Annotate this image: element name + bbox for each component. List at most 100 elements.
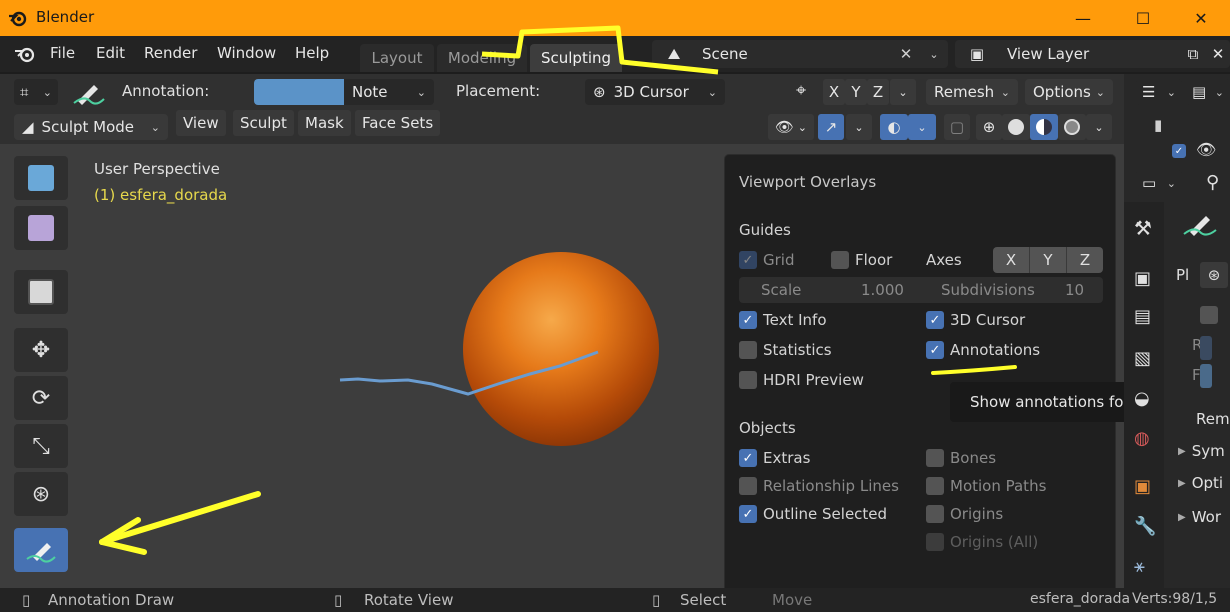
- menu-sculpt[interactable]: Sculpt: [233, 110, 294, 136]
- remesh-dropdown[interactable]: Remesh ⌄: [926, 79, 1018, 105]
- axis-z-toggle[interactable]: Z: [1067, 247, 1103, 273]
- rendered-shading-button[interactable]: [1058, 114, 1086, 140]
- floor-checkbox[interactable]: [831, 251, 849, 269]
- annotation-color-swatch[interactable]: [254, 79, 344, 105]
- menu-view[interactable]: View: [176, 110, 226, 136]
- move-tool[interactable]: ✥: [14, 328, 68, 372]
- scale-tool[interactable]: ⤡: [14, 424, 68, 468]
- text-info-checkbox[interactable]: ✓: [739, 311, 757, 329]
- statistics-checkbox[interactable]: [739, 341, 757, 359]
- color-f-swatch[interactable]: [1200, 364, 1212, 388]
- close-window-button[interactable]: ✕: [1178, 4, 1224, 32]
- annotations-option[interactable]: ✓ Annotations: [926, 341, 1040, 359]
- subdivisions-value[interactable]: 10: [1065, 281, 1084, 299]
- extras-checkbox[interactable]: ✓: [739, 449, 757, 467]
- blender-menu-icon[interactable]: [14, 44, 36, 64]
- render-tab-icon[interactable]: ▣: [1134, 268, 1151, 289]
- annotate-tool[interactable]: [14, 528, 68, 572]
- outliner-type-dropdown[interactable]: ☰ ⌄: [1136, 79, 1182, 105]
- scene-dropdown-icon[interactable]: ⌄: [920, 48, 948, 61]
- grid-checkbox[interactable]: ✓: [739, 251, 757, 269]
- new-view-layer-icon[interactable]: ⧉: [1180, 45, 1206, 63]
- collection-checkbox[interactable]: ✓: [1172, 144, 1186, 158]
- symmetry-options-dropdown[interactable]: ⌄: [890, 79, 916, 105]
- tab-layout[interactable]: Layout: [360, 44, 434, 72]
- 3d-cursor-option[interactable]: ✓ 3D Cursor: [926, 311, 1025, 329]
- color-r-swatch[interactable]: [1200, 336, 1212, 360]
- outline-selected-option[interactable]: ✓ Outline Selected: [739, 505, 887, 523]
- relationship-lines-checkbox[interactable]: [739, 477, 757, 495]
- origins-all-option[interactable]: Origins (All): [926, 533, 1038, 551]
- mirror-y-toggle[interactable]: Y: [845, 79, 867, 105]
- menu-window[interactable]: Window: [217, 44, 276, 62]
- menu-file[interactable]: File: [50, 44, 75, 62]
- solid-shading-button[interactable]: [1002, 114, 1030, 140]
- placement-icon[interactable]: ⊛: [1200, 262, 1228, 288]
- placement-dropdown[interactable]: ⊛ 3D Cursor ⌄: [585, 79, 725, 105]
- origins-checkbox[interactable]: [926, 505, 944, 523]
- annotations-checkbox[interactable]: ✓: [926, 341, 944, 359]
- mask-tool[interactable]: [14, 270, 68, 314]
- draw-brush-tool[interactable]: [14, 156, 68, 200]
- material-preview-button[interactable]: [1030, 114, 1058, 140]
- mirror-x-toggle[interactable]: X: [823, 79, 845, 105]
- note-layer-dropdown[interactable]: Note ⌄: [344, 79, 434, 105]
- symmetry-panel[interactable]: ▶ Sym: [1178, 442, 1225, 460]
- view-layer-tab-icon[interactable]: ▧: [1134, 348, 1151, 369]
- text-info-option[interactable]: ✓ Text Info: [739, 311, 827, 329]
- wireframe-shading-button[interactable]: ⊕: [976, 114, 1002, 140]
- origins-all-checkbox[interactable]: [926, 533, 944, 551]
- rotate-tool[interactable]: ⟳: [14, 376, 68, 420]
- menu-edit[interactable]: Edit: [96, 44, 125, 62]
- scale-value[interactable]: 1.000: [861, 281, 904, 299]
- gizmo-dropdown[interactable]: ⌄: [846, 114, 872, 140]
- hdri-preview-option[interactable]: HDRI Preview: [739, 371, 864, 389]
- statistics-option[interactable]: Statistics: [739, 341, 832, 359]
- gizmo-toggle[interactable]: ↗: [818, 114, 844, 140]
- xray-toggle[interactable]: ▢: [944, 114, 970, 140]
- relationship-lines-option[interactable]: Relationship Lines: [739, 477, 899, 495]
- extras-option[interactable]: ✓ Extras: [739, 449, 810, 467]
- grid-option[interactable]: ✓ Grid: [739, 251, 794, 269]
- overlays-dropdown[interactable]: ⌄: [908, 114, 936, 140]
- output-tab-icon[interactable]: ▤: [1134, 306, 1151, 327]
- axis-y-toggle[interactable]: Y: [1030, 247, 1067, 273]
- view-layer-selector[interactable]: ▣ View Layer ⧉ ✕: [955, 40, 1230, 68]
- minimize-button[interactable]: —: [1060, 4, 1106, 32]
- menu-help[interactable]: Help: [295, 44, 329, 62]
- visibility-dropdown[interactable]: 👁 ⌄: [768, 114, 814, 140]
- outline-selected-checkbox[interactable]: ✓: [739, 505, 757, 523]
- display-mode-dropdown[interactable]: ▤ ⌄: [1186, 79, 1230, 105]
- transform-pivot-dropdown[interactable]: ⌗ ⌄: [14, 79, 58, 105]
- options-dropdown[interactable]: Options ⌄: [1025, 79, 1113, 105]
- properties-search-icon[interactable]: ⚲: [1206, 172, 1219, 193]
- transform-tool[interactable]: ⊛: [14, 472, 68, 516]
- maximize-button[interactable]: ☐: [1120, 4, 1166, 32]
- menu-render[interactable]: Render: [144, 44, 197, 62]
- shading-options-dropdown[interactable]: ⌄: [1086, 114, 1112, 140]
- mirror-z-toggle[interactable]: Z: [867, 79, 889, 105]
- 3d-cursor-checkbox[interactable]: ✓: [926, 311, 944, 329]
- workspace-panel[interactable]: ▶ Wor: [1178, 508, 1221, 526]
- menu-mask[interactable]: Mask: [298, 110, 351, 136]
- floor-option[interactable]: Floor: [831, 251, 892, 269]
- scene-tab-icon[interactable]: ◒: [1134, 388, 1150, 409]
- object-tab-icon[interactable]: ▣: [1134, 476, 1151, 497]
- particles-tab-icon[interactable]: ⚹: [1134, 556, 1145, 577]
- hdri-preview-checkbox[interactable]: [739, 371, 757, 389]
- properties-type-dropdown[interactable]: ▭ ⌄: [1136, 170, 1182, 196]
- properties-checkbox[interactable]: [1200, 306, 1218, 324]
- axis-x-toggle[interactable]: X: [993, 247, 1030, 273]
- menu-face-sets[interactable]: Face Sets: [355, 110, 441, 136]
- mode-dropdown[interactable]: ◢ Sculpt Mode ⌄: [14, 114, 168, 140]
- clay-brush-tool[interactable]: [14, 206, 68, 250]
- scene-clear-icon[interactable]: ✕: [892, 45, 920, 63]
- bones-option[interactable]: Bones: [926, 449, 996, 467]
- world-tab-icon[interactable]: ◍: [1134, 428, 1150, 449]
- collection-visibility-icon[interactable]: 👁: [1196, 140, 1216, 159]
- bones-checkbox[interactable]: [926, 449, 944, 467]
- modifier-tab-icon[interactable]: 🔧: [1134, 516, 1156, 537]
- tool-tab-icon[interactable]: ⚒: [1134, 216, 1152, 240]
- motion-paths-checkbox[interactable]: [926, 477, 944, 495]
- overlays-toggle[interactable]: ◐: [880, 114, 908, 140]
